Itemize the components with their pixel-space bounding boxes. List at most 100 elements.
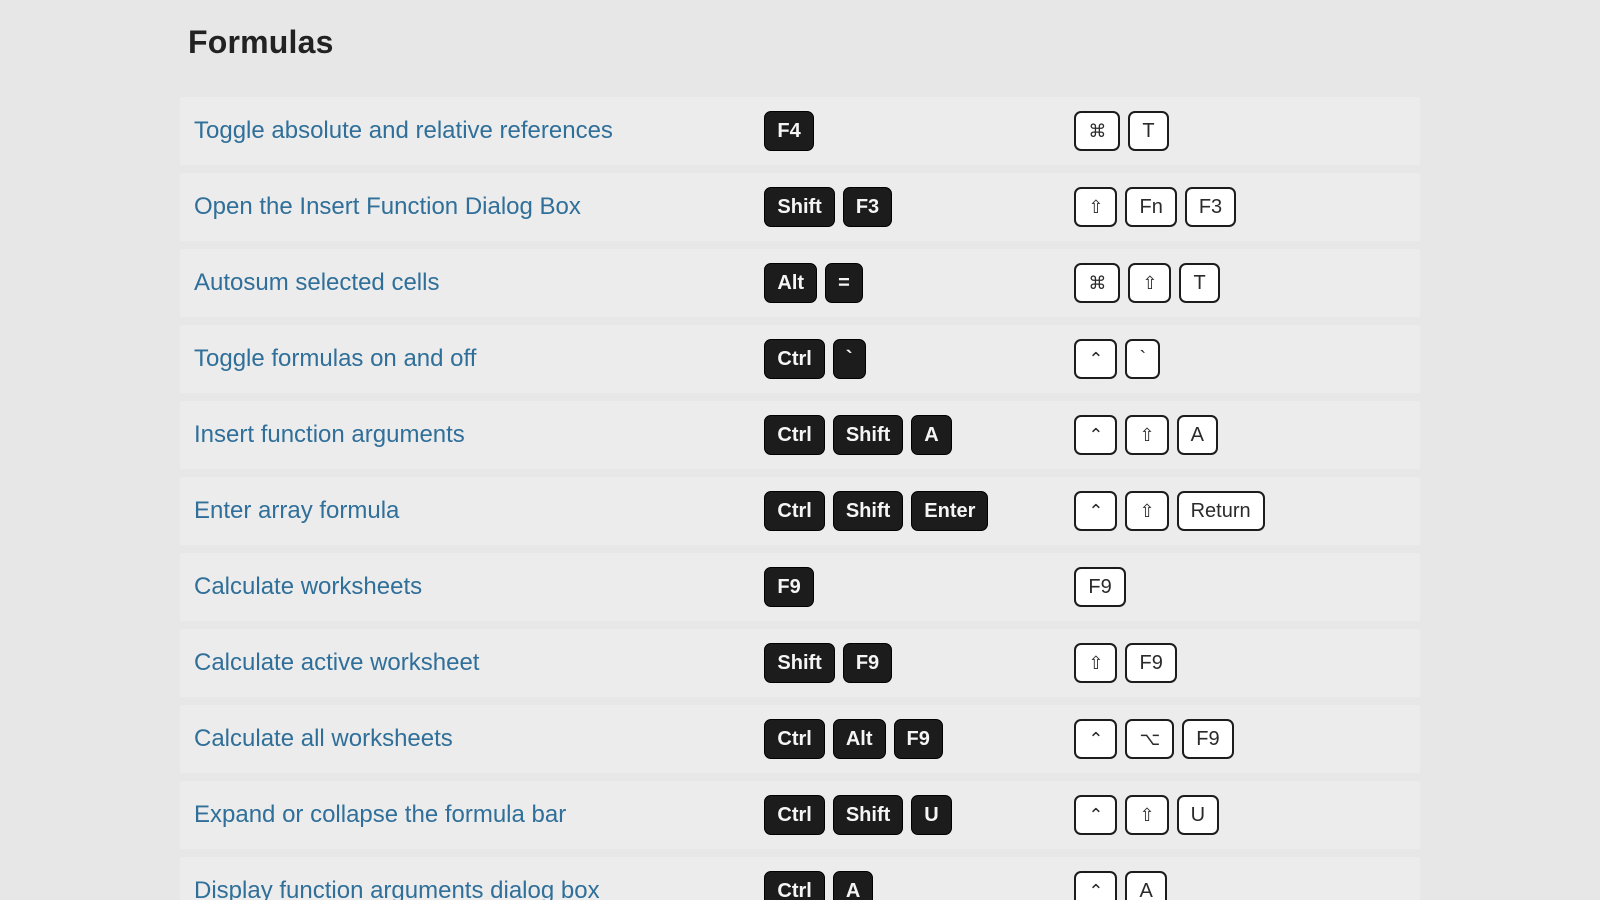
key-shift: Shift (833, 415, 903, 455)
section-title: Formulas (188, 24, 1420, 61)
key-return: Return (1177, 491, 1265, 531)
key-: ⇧ (1128, 263, 1171, 303)
key-a: A (911, 415, 951, 455)
key-ctrl: Ctrl (764, 795, 824, 835)
windows-shortcut-cell: CtrlShiftU (750, 781, 1060, 849)
key-: ⌃ (1074, 871, 1117, 900)
shortcut-row: Toggle formulas on and offCtrl`⌃` (180, 325, 1420, 393)
windows-shortcut-cell: Ctrl A (750, 857, 1060, 900)
key-: ⇧ (1125, 795, 1168, 835)
shortcut-link[interactable]: Calculate all worksheets (194, 725, 453, 752)
shortcut-description-cell: Autosum selected cells (180, 249, 750, 317)
shortcut-description-cell: Toggle absolute and relative references (180, 97, 750, 165)
key-t: T (1128, 111, 1168, 151)
key-: ⇧ (1125, 415, 1168, 455)
key-ctrl: Ctrl (764, 719, 824, 759)
windows-shortcut-cell: Alt= (750, 249, 1060, 317)
shortcut-link[interactable]: Insert function arguments (194, 421, 465, 448)
shortcut-row: Calculate worksheets F9 F9 (180, 553, 1420, 621)
shortcut-row: Display function arguments dialog box Ctr… (180, 857, 1420, 900)
shortcut-link[interactable]: Autosum selected cells (194, 269, 439, 296)
key-a: A (833, 871, 873, 900)
shortcut-row: Calculate all worksheetsCtrlAltF9⌃⌥F9 (180, 705, 1420, 773)
key-: ` (1125, 339, 1160, 379)
windows-shortcut-cell: F4 (750, 97, 1060, 165)
page: Formulas Toggle absolute and relative re… (0, 0, 1600, 900)
key-: ⇧ (1074, 643, 1117, 683)
windows-shortcut-cell: ShiftF3 (750, 173, 1060, 241)
shortcut-link[interactable]: Expand or collapse the formula bar (194, 801, 566, 828)
key-shift: Shift (833, 491, 903, 531)
mac-shortcut-cell: ⌃⇧A (1060, 401, 1420, 469)
shortcut-description-cell: Insert function arguments (180, 401, 750, 469)
shortcut-description-cell: Expand or collapse the formula bar (180, 781, 750, 849)
shortcut-description-cell: Display function arguments dialog box (180, 857, 750, 900)
key-shift: Shift (764, 187, 834, 227)
windows-shortcut-cell: CtrlShiftA (750, 401, 1060, 469)
shortcut-link[interactable]: Calculate active worksheet (194, 649, 479, 676)
key-enter: Enter (911, 491, 988, 531)
shortcut-row: Expand or collapse the formula bar CtrlSh… (180, 781, 1420, 849)
shortcut-link[interactable]: Toggle formulas on and off (194, 345, 476, 372)
key-f9: F9 (764, 567, 813, 607)
mac-shortcut-cell: ⌃⌥F9 (1060, 705, 1420, 773)
shortcut-description-cell: Calculate worksheets (180, 553, 750, 621)
key-f9: F9 (1074, 567, 1125, 607)
key-: ⌃ (1074, 795, 1117, 835)
key-: ⌃ (1074, 339, 1117, 379)
key-: ⇧ (1074, 187, 1117, 227)
mac-shortcut-cell: ⌘T (1060, 97, 1420, 165)
key-ctrl: Ctrl (764, 491, 824, 531)
key-: ` (833, 339, 866, 379)
key-f3: F3 (843, 187, 892, 227)
key-: ⌘ (1074, 111, 1120, 151)
shortcut-description-cell: Calculate all worksheets (180, 705, 750, 773)
shortcut-row: Insert function argumentsCtrlShiftA⌃⇧A (180, 401, 1420, 469)
key-f4: F4 (764, 111, 813, 151)
key-t: T (1179, 263, 1219, 303)
mac-shortcut-cell: F9 (1060, 553, 1420, 621)
key-: ⇧ (1125, 491, 1168, 531)
shortcut-link[interactable]: Calculate worksheets (194, 573, 422, 600)
shortcut-description-cell: Enter array formula (180, 477, 750, 545)
shortcut-link[interactable]: Toggle absolute and relative references (194, 117, 613, 144)
shortcut-link[interactable]: Display function arguments dialog box (194, 877, 600, 900)
shortcut-row: Enter array formula CtrlShiftEnter ⌃⇧Retur… (180, 477, 1420, 545)
key-u: U (911, 795, 951, 835)
mac-shortcut-cell: ⇧F9 (1060, 629, 1420, 697)
mac-shortcut-cell: ⇧FnF3 (1060, 173, 1420, 241)
windows-shortcut-cell: ShiftF9 (750, 629, 1060, 697)
windows-shortcut-cell: F9 (750, 553, 1060, 621)
key-alt: Alt (764, 263, 817, 303)
windows-shortcut-cell: Ctrl` (750, 325, 1060, 393)
key-f9: F9 (1182, 719, 1233, 759)
key-a: A (1125, 871, 1166, 900)
key-ctrl: Ctrl (764, 871, 824, 900)
mac-shortcut-cell: ⌃A (1060, 857, 1420, 900)
mac-shortcut-cell: ⌘⇧T (1060, 249, 1420, 317)
shortcut-description-cell: Open the Insert Function Dialog Box (180, 173, 750, 241)
key-: ⌥ (1125, 719, 1174, 759)
shortcut-row: Open the Insert Function Dialog Box Shift… (180, 173, 1420, 241)
key-: ⌃ (1074, 719, 1117, 759)
key-f3: F3 (1185, 187, 1236, 227)
key-: ⌘ (1074, 263, 1120, 303)
key-fn: Fn (1125, 187, 1176, 227)
shortcut-row: Calculate active worksheetShiftF9⇧F9 (180, 629, 1420, 697)
shortcut-row: Toggle absolute and relative references F… (180, 97, 1420, 165)
shortcut-table: Toggle absolute and relative references F… (180, 89, 1420, 900)
key-ctrl: Ctrl (764, 415, 824, 455)
key-alt: Alt (833, 719, 886, 759)
key-: ⌃ (1074, 415, 1117, 455)
key-u: U (1177, 795, 1219, 835)
key-f9: F9 (843, 643, 892, 683)
shortcut-link[interactable]: Enter array formula (194, 497, 399, 524)
mac-shortcut-cell: ⌃⇧Return (1060, 477, 1420, 545)
mac-shortcut-cell: ⌃` (1060, 325, 1420, 393)
key-f9: F9 (1125, 643, 1176, 683)
key-f9: F9 (894, 719, 943, 759)
windows-shortcut-cell: CtrlAltF9 (750, 705, 1060, 773)
key-shift: Shift (833, 795, 903, 835)
shortcut-link[interactable]: Open the Insert Function Dialog Box (194, 193, 581, 220)
key-shift: Shift (764, 643, 834, 683)
